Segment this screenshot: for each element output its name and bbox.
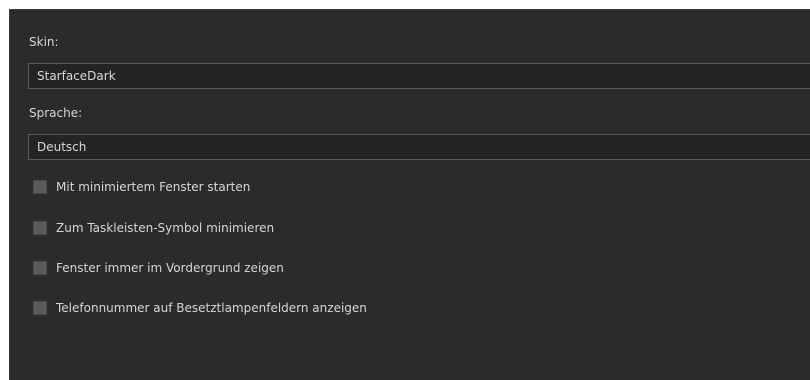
skin-select[interactable]: StarfaceDark <box>28 63 810 89</box>
language-select-value: Deutsch <box>37 140 87 154</box>
minimize-to-tray-label: Zum Taskleisten-Symbol minimieren <box>56 221 275 235</box>
always-on-top-label: Fenster immer im Vordergrund zeigen <box>56 261 284 275</box>
always-on-top-checkbox[interactable] <box>33 261 47 275</box>
show-phone-numbers-checkbox[interactable] <box>33 301 47 315</box>
skin-label: Skin: <box>29 35 59 49</box>
skin-select-value: StarfaceDark <box>37 69 116 83</box>
start-minimized-label: Mit minimiertem Fenster starten <box>56 180 251 194</box>
minimize-to-tray-checkbox[interactable] <box>33 221 47 235</box>
start-minimized-checkbox[interactable] <box>33 180 47 194</box>
settings-panel: Skin: StarfaceDark Sprache: Deutsch Mit … <box>9 9 810 380</box>
show-phone-numbers-label: Telefonnummer auf Besetztlampenfeldern a… <box>56 301 367 315</box>
language-label: Sprache: <box>29 106 83 120</box>
language-select[interactable]: Deutsch <box>28 134 810 160</box>
